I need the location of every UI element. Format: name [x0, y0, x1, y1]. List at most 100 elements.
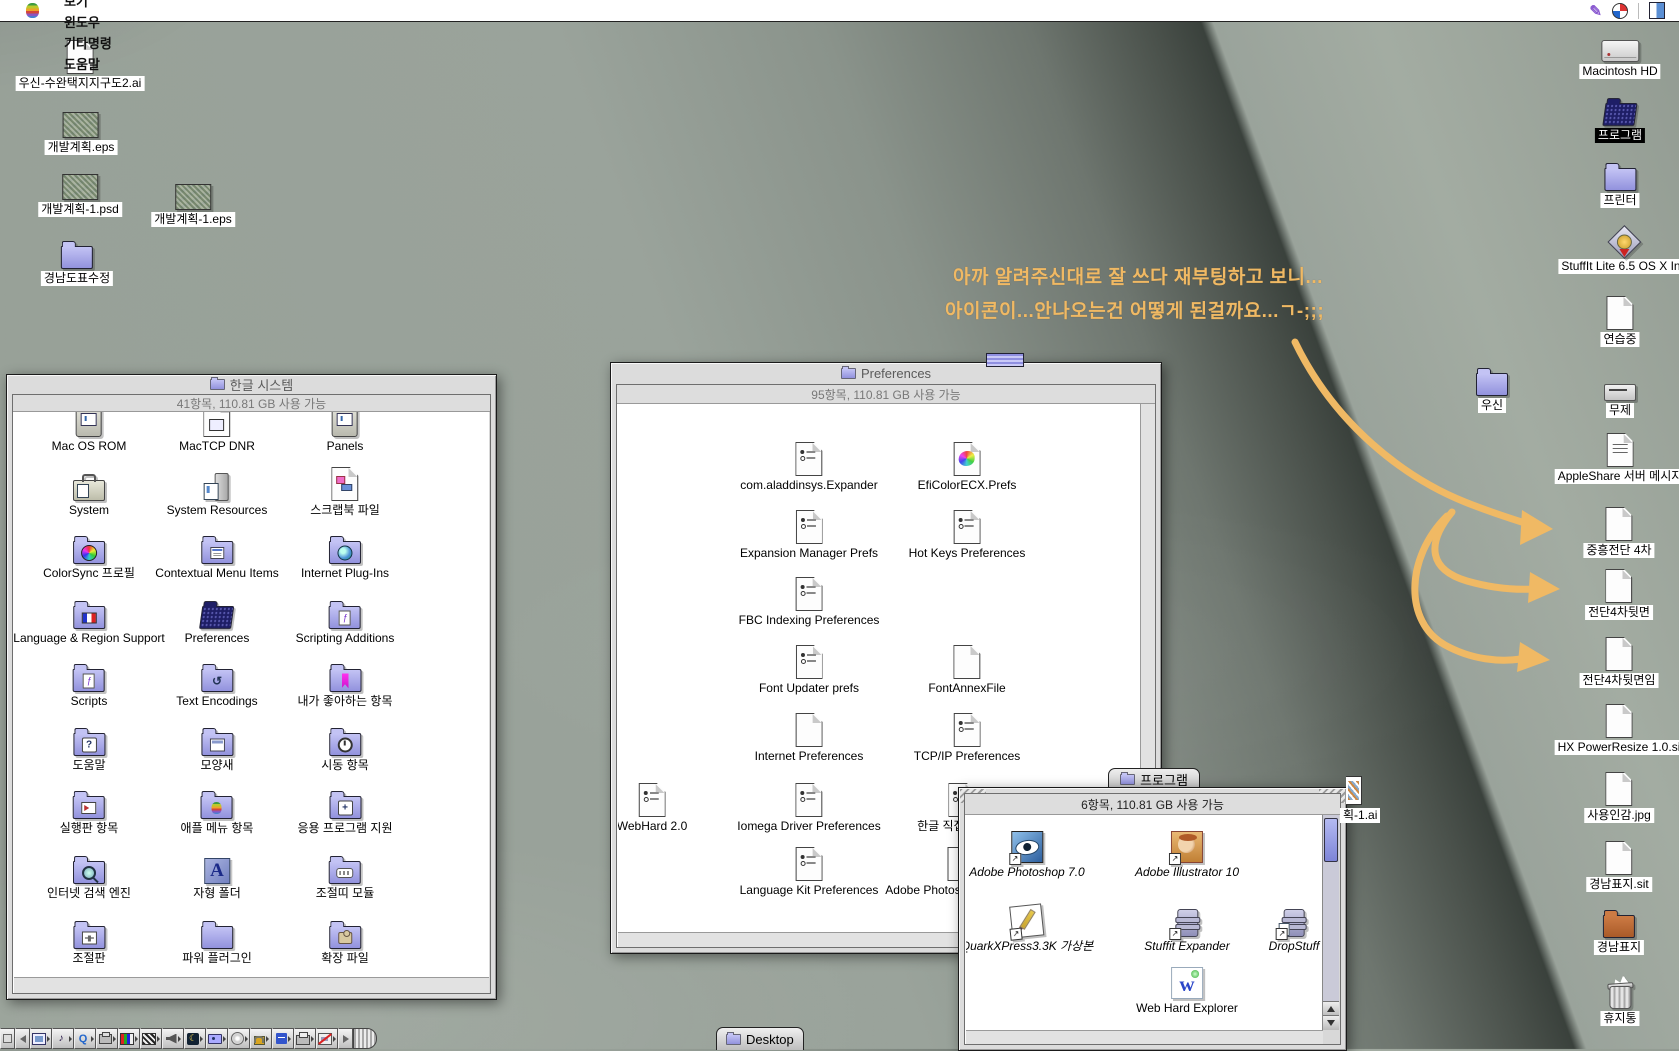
- file-item[interactable]: Font Updater prefs: [758, 645, 860, 695]
- file-item[interactable]: ↺Text Encodings: [175, 658, 258, 708]
- desktop-icon[interactable]: Macintosh HD: [1579, 40, 1660, 79]
- file-item[interactable]: Hot Keys Preferences: [908, 510, 1027, 560]
- desktop-icon-covered[interactable]: 획-1.ai: [1346, 776, 1380, 823]
- file-item[interactable]: 인터넷 검색 엔진: [46, 850, 132, 900]
- file-item[interactable]: wWeb Hard Explorer: [1135, 965, 1239, 1015]
- file-item[interactable]: 확장 파일: [320, 915, 370, 965]
- file-item[interactable]: TCP/IP Preferences: [913, 713, 1022, 763]
- file-item[interactable]: Internet Plug-Ins: [300, 530, 390, 580]
- file-item[interactable]: Panels: [326, 412, 365, 453]
- control-strip-module-volume[interactable]: [162, 1028, 184, 1049]
- desktop-icon[interactable]: 휴지통: [1600, 977, 1639, 1026]
- vertical-scrollbar[interactable]: [1322, 815, 1339, 1030]
- desktop-icon[interactable]: 무제: [1604, 380, 1636, 418]
- window-titlebar[interactable]: Preferences: [611, 363, 1161, 383]
- control-strip-handle[interactable]: [353, 1028, 377, 1049]
- control-strip-module-file-sharing[interactable]: [206, 1028, 228, 1049]
- desktop-icon[interactable]: 경남표지.sit: [1586, 841, 1652, 892]
- menu-item[interactable]: 도움말: [53, 53, 123, 74]
- control-strip-module-cd-audio[interactable]: [228, 1028, 250, 1049]
- file-item[interactable]: 조절띠 모듈: [315, 850, 376, 900]
- desktop-icon[interactable]: 프로그램: [1595, 96, 1645, 143]
- apple-menu-icon[interactable]: [26, 3, 39, 18]
- file-item[interactable]: 스크랩북 파일: [309, 467, 381, 517]
- file-item[interactable]: WebHard 2.0: [618, 783, 688, 833]
- file-item[interactable]: Mac OS ROM: [51, 412, 128, 453]
- control-strip-scroll-left[interactable]: [15, 1028, 30, 1049]
- file-item[interactable]: EfiColorECX.Prefs: [917, 442, 1018, 492]
- menu-item[interactable]: 기타명령: [53, 32, 123, 53]
- file-item[interactable]: 3.2: [795, 917, 823, 932]
- file-item[interactable]: ColorSync 프로필: [42, 530, 136, 580]
- file-item[interactable]: ↗QuarkXPress3.3K 가상본: [966, 903, 1094, 953]
- file-item[interactable]: FontAnnexFile: [927, 645, 1006, 695]
- control-strip-module-quicktime[interactable]: Q: [74, 1028, 96, 1049]
- control-strip-module-printer-selector[interactable]: [96, 1028, 118, 1049]
- control-strip-module-color-depth[interactable]: [118, 1028, 140, 1049]
- file-item[interactable]: MacTCP DNR: [178, 412, 256, 453]
- file-item[interactable]: A자형 폴더: [192, 850, 242, 900]
- desktop-icon[interactable]: 경남도표수정: [41, 239, 113, 286]
- file-item[interactable]: Contextual Menu Items: [154, 530, 279, 580]
- desktop-icon[interactable]: 프린터: [1600, 161, 1639, 208]
- control-strip-module-resolution[interactable]: [140, 1028, 162, 1049]
- file-item[interactable]: ↗Adobe Illustrator 10: [1134, 829, 1240, 879]
- file-item[interactable]: +응용 프로그램 지원: [297, 785, 394, 835]
- window-titlebar[interactable]: 한글 시스템: [7, 375, 496, 393]
- control-strip[interactable]: ♪Q ☾: [0, 1028, 377, 1049]
- scroll-up-arrow[interactable]: [1323, 1001, 1339, 1016]
- file-item[interactable]: 파워 플러그인: [181, 915, 253, 965]
- file-item[interactable]: 조절판: [71, 915, 106, 965]
- desktop-icon[interactable]: 전단4차뒷면: [1585, 569, 1653, 620]
- control-strip-scroll-right[interactable]: [338, 1028, 353, 1049]
- desktop-icon[interactable]: 개발계획.eps: [45, 106, 118, 155]
- input-method-pencil-icon[interactable]: ✎: [1589, 2, 1602, 20]
- window-programs-popup[interactable]: 6항목, 110.81 GB 사용 가능 ↗Adobe Photoshop 7.…: [958, 787, 1347, 1051]
- file-item[interactable]: System Resources: [166, 467, 269, 517]
- file-item[interactable]: ↗Adobe Photoshop 7.0: [968, 829, 1085, 879]
- file-item[interactable]: 시동 항목: [320, 722, 370, 772]
- control-strip-module-sound-note[interactable]: ♪: [52, 1028, 74, 1049]
- control-strip-module-keychain-lock[interactable]: [250, 1028, 272, 1049]
- desktop-icon[interactable]: 개발계획-1.psd: [38, 168, 122, 217]
- file-item[interactable]: ?도움말: [71, 722, 106, 772]
- file-item[interactable]: 애플 메뉴 항목: [180, 785, 255, 835]
- desktop-icon[interactable]: 사용인감.jpg: [1584, 772, 1654, 823]
- file-item[interactable]: 모양새: [199, 722, 234, 772]
- file-item[interactable]: Internet Preferences: [754, 713, 865, 763]
- bottom-scrollbar-area[interactable]: [14, 977, 489, 993]
- desktop-icon[interactable]: 전단4차뒷면임: [1580, 637, 1659, 688]
- menu-item[interactable]: 보기: [53, 0, 123, 11]
- control-strip-module-monitor[interactable]: [30, 1028, 52, 1049]
- file-list-area[interactable]: ↗Adobe Photoshop 7.0 ↗Adobe Illustrator 1…: [966, 815, 1323, 1030]
- file-item[interactable]: ƒScripting Additions: [295, 595, 396, 645]
- bottom-scrollbar-area[interactable]: [966, 1030, 1323, 1044]
- application-menu-icon[interactable]: [1612, 3, 1628, 19]
- control-strip-collapse[interactable]: [0, 1028, 15, 1049]
- desktop-icon[interactable]: StuffIt Lite 6.5 OS X Ins: [1558, 227, 1679, 274]
- file-list-area[interactable]: Mac OS ROM MacTCP DNR Panels System System R…: [14, 412, 489, 977]
- desktop-icon[interactable]: 연습중: [1600, 296, 1639, 347]
- desktop-icon[interactable]: 중흥전단 4차: [1583, 507, 1654, 558]
- file-item[interactable]: Language & Region Support: [14, 595, 166, 645]
- file-item[interactable]: com.aladdinsys.Expander: [739, 442, 878, 492]
- file-item[interactable]: System: [68, 467, 110, 517]
- scroll-down-arrow[interactable]: [1323, 1015, 1339, 1030]
- popup-tab-desktop[interactable]: Desktop: [716, 1027, 804, 1050]
- desktop-icon[interactable]: AppleShare 서버 메시지: [1555, 433, 1679, 484]
- finder-icon[interactable]: [1649, 2, 1665, 19]
- menu-item[interactable]: 윈도우: [53, 11, 123, 32]
- control-strip-module-printer[interactable]: [294, 1028, 316, 1049]
- control-strip-module-energy-saver-moon[interactable]: ☾: [184, 1028, 206, 1049]
- file-item[interactable]: Expansion Manager Prefs: [739, 510, 879, 560]
- file-item[interactable]: 실행판 항목: [59, 785, 120, 835]
- file-item[interactable]: ƒScripts: [70, 658, 109, 708]
- desktop-icon[interactable]: 개발계획-1.eps: [151, 178, 235, 227]
- file-item[interactable]: Language Kit Preferences: [739, 847, 880, 897]
- control-strip-module-notes[interactable]: [272, 1028, 294, 1049]
- window-hangul-system[interactable]: 한글 시스템 41항목, 110.81 GB 사용 가능 Mac OS ROMM…: [6, 374, 497, 1000]
- file-item[interactable]: Iomega Driver Preferences: [736, 783, 881, 833]
- file-item[interactable]: ↗Stuffit Expander: [1143, 903, 1230, 953]
- desktop-icon[interactable]: HX PowerResize 1.0.si: [1555, 704, 1679, 755]
- scrollbar-thumb[interactable]: [1324, 818, 1338, 862]
